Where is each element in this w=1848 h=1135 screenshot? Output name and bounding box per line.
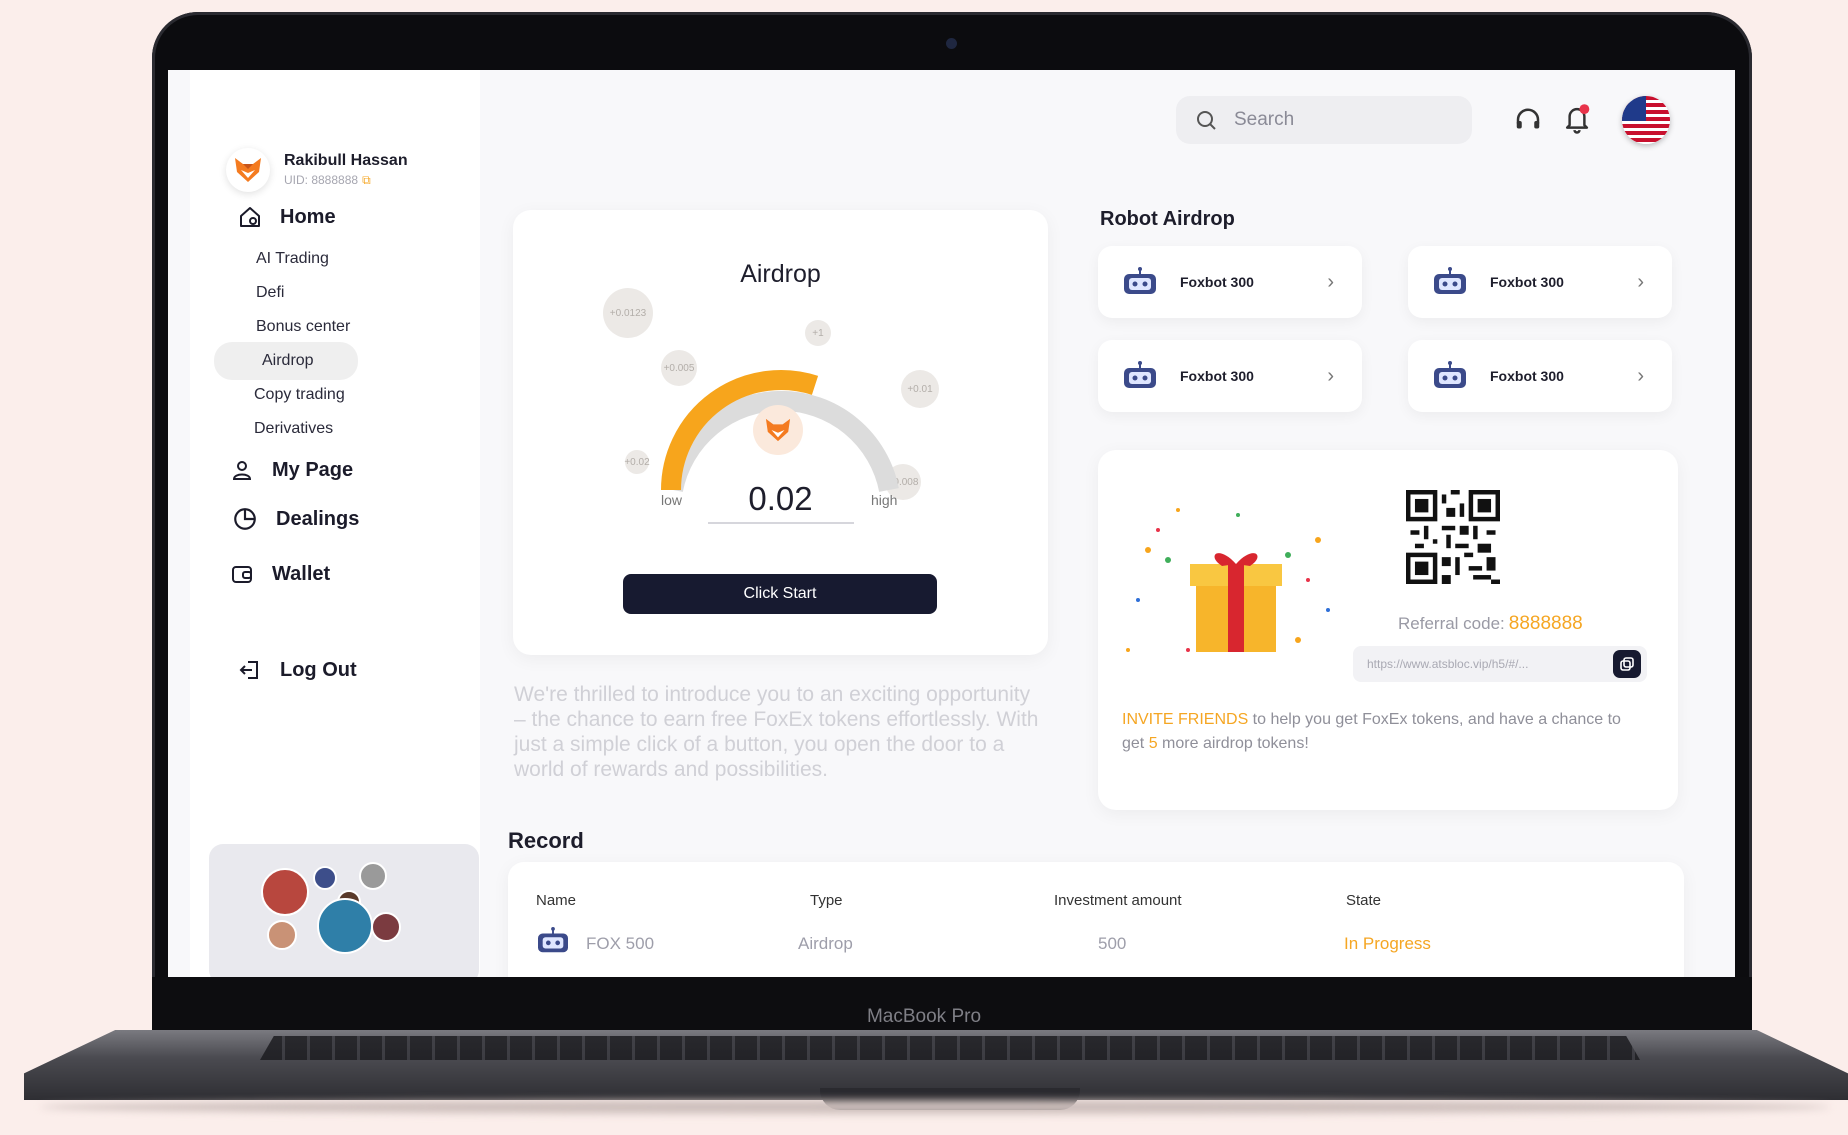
notification-bell-icon[interactable] <box>1562 103 1592 140</box>
copy-link-button[interactable] <box>1613 650 1641 678</box>
airdrop-title: Airdrop <box>740 260 821 288</box>
reward-bubble: +0.0123 <box>603 288 653 338</box>
robot-card[interactable]: Foxbot 300 › <box>1408 246 1672 318</box>
user-icon <box>232 461 252 480</box>
camera-dot <box>946 38 957 49</box>
column-header-state: State <box>1346 892 1382 909</box>
logout-icon <box>239 661 258 679</box>
avatar <box>371 912 401 942</box>
invite-card: Referral code: 8888888 https://www.atsblo… <box>1098 450 1678 810</box>
search-icon <box>1197 111 1216 130</box>
robot-icon <box>1124 361 1156 388</box>
invite-friends-highlight[interactable]: INVITE FRIENDS <box>1122 711 1248 728</box>
invite-text: INVITE FRIENDS to help you get FoxEx tok… <box>1122 708 1632 756</box>
chevron-right-icon: › <box>1637 270 1644 293</box>
record-title: Record <box>508 828 584 853</box>
nav-copy-trading[interactable]: Copy trading <box>254 386 345 404</box>
user-profile[interactable]: Rakibull Hassan UID: 8888888 ⧉ <box>226 148 408 192</box>
nav-ai-trading[interactable]: AI Trading <box>256 250 329 268</box>
avatar <box>313 866 337 890</box>
robot-icon <box>1124 267 1156 294</box>
nav-defi[interactable]: Defi <box>256 284 284 302</box>
pie-chart-icon <box>234 508 256 530</box>
robot-icon <box>1434 361 1466 388</box>
nav-wallet[interactable]: Wallet <box>230 562 330 586</box>
nav-dealings[interactable]: Dealings <box>232 506 359 532</box>
avatar <box>317 898 373 954</box>
record-table: Name Type Investment amount State FOX 50… <box>508 862 1684 977</box>
airdrop-card: Airdrop +0.0123 +1 +0.005 +0.01 +0.02 +0… <box>513 210 1048 655</box>
app-screen: Rakibull Hassan UID: 8888888 ⧉ Home AI Tr… <box>168 70 1735 977</box>
invite-text-number: 5 <box>1148 735 1158 752</box>
referral-link-text: https://www.atsbloc.vip/h5/#/... <box>1367 657 1529 671</box>
value-underline <box>708 522 854 524</box>
record-name: FOX 500 <box>586 934 655 953</box>
nav-dealings-label: Dealings <box>276 507 360 530</box>
column-header-name: Name <box>536 892 577 909</box>
robot-icon <box>538 926 568 953</box>
intro-text: We're thrilled to introduce you to an ex… <box>514 683 1039 781</box>
airdrop-value: 0.02 <box>748 480 813 517</box>
referral-code: Referral code: 8888888 <box>1398 613 1583 635</box>
device-label: MacBook Pro <box>866 1006 982 1027</box>
robot-airdrop-title: Robot Airdrop <box>1100 208 1235 230</box>
column-header-type: Type <box>810 892 843 909</box>
wallet-icon <box>232 566 252 583</box>
friends-card <box>209 844 479 977</box>
fox-logo-icon <box>226 148 270 192</box>
robot-icon <box>1434 267 1466 294</box>
robot-name: Foxbot 300 <box>1490 368 1564 384</box>
click-start-button[interactable]: Click Start <box>623 574 937 614</box>
chevron-right-icon: › <box>1327 364 1334 387</box>
robot-card[interactable]: Foxbot 300 › <box>1098 340 1362 412</box>
home-icon <box>240 207 260 227</box>
referral-label: Referral code: <box>1398 614 1505 633</box>
nav-bonus-center[interactable]: Bonus center <box>256 318 350 336</box>
record-state: In Progress <box>1344 934 1431 953</box>
invite-text-part2: more airdrop tokens! <box>1157 735 1309 752</box>
column-header-amount: Investment amount <box>1054 892 1182 909</box>
referral-link-field[interactable]: https://www.atsbloc.vip/h5/#/... <box>1353 646 1647 682</box>
chevron-right-icon: › <box>1637 364 1644 387</box>
avatar <box>261 868 309 916</box>
referral-code-value: 8888888 <box>1508 613 1583 634</box>
robot-name: Foxbot 300 <box>1180 368 1254 384</box>
search-placeholder: Search <box>1234 109 1295 130</box>
gift-box-illustration <box>1126 508 1330 652</box>
nav-airdrop[interactable]: Airdrop <box>214 342 358 380</box>
robot-card[interactable]: Foxbot 300 › <box>1098 246 1362 318</box>
nav-home-label: Home <box>280 205 336 228</box>
search-input[interactable]: Search <box>1176 96 1472 144</box>
copy-icon <box>1620 657 1634 671</box>
avatar <box>359 862 387 890</box>
sidebar: Rakibull Hassan UID: 8888888 ⧉ Home AI Tr… <box>190 70 480 977</box>
copy-uid-icon[interactable]: ⧉ <box>362 173 371 187</box>
us-flag-icon[interactable] <box>1622 96 1670 144</box>
chevron-right-icon: › <box>1327 270 1334 293</box>
user-uid: UID: 8888888 <box>284 173 359 187</box>
record-amount: 500 <box>1098 934 1127 953</box>
record-type: Airdrop <box>798 934 853 953</box>
headset-support-icon[interactable] <box>1513 106 1543 136</box>
nav-derivatives[interactable]: Derivatives <box>254 420 333 438</box>
robot-card[interactable]: Foxbot 300 › <box>1408 340 1672 412</box>
keyboard <box>260 1036 1640 1060</box>
nav-wallet-label: Wallet <box>272 562 331 585</box>
nav-my-page-label: My Page <box>272 458 354 481</box>
robot-name: Foxbot 300 <box>1180 274 1254 290</box>
robot-name: Foxbot 300 <box>1490 274 1564 290</box>
avatar <box>267 920 297 950</box>
nav-my-page[interactable]: My Page <box>230 458 353 482</box>
user-name: Rakibull Hassan <box>284 152 408 169</box>
nav-home[interactable]: Home <box>238 205 336 229</box>
referral-qr-code <box>1406 490 1500 584</box>
fox-gauge-icon <box>753 405 803 455</box>
nav-logout[interactable]: Log Out <box>238 658 357 682</box>
laptop-shadow <box>40 1100 1830 1114</box>
nav-logout-label: Log Out <box>280 658 357 681</box>
